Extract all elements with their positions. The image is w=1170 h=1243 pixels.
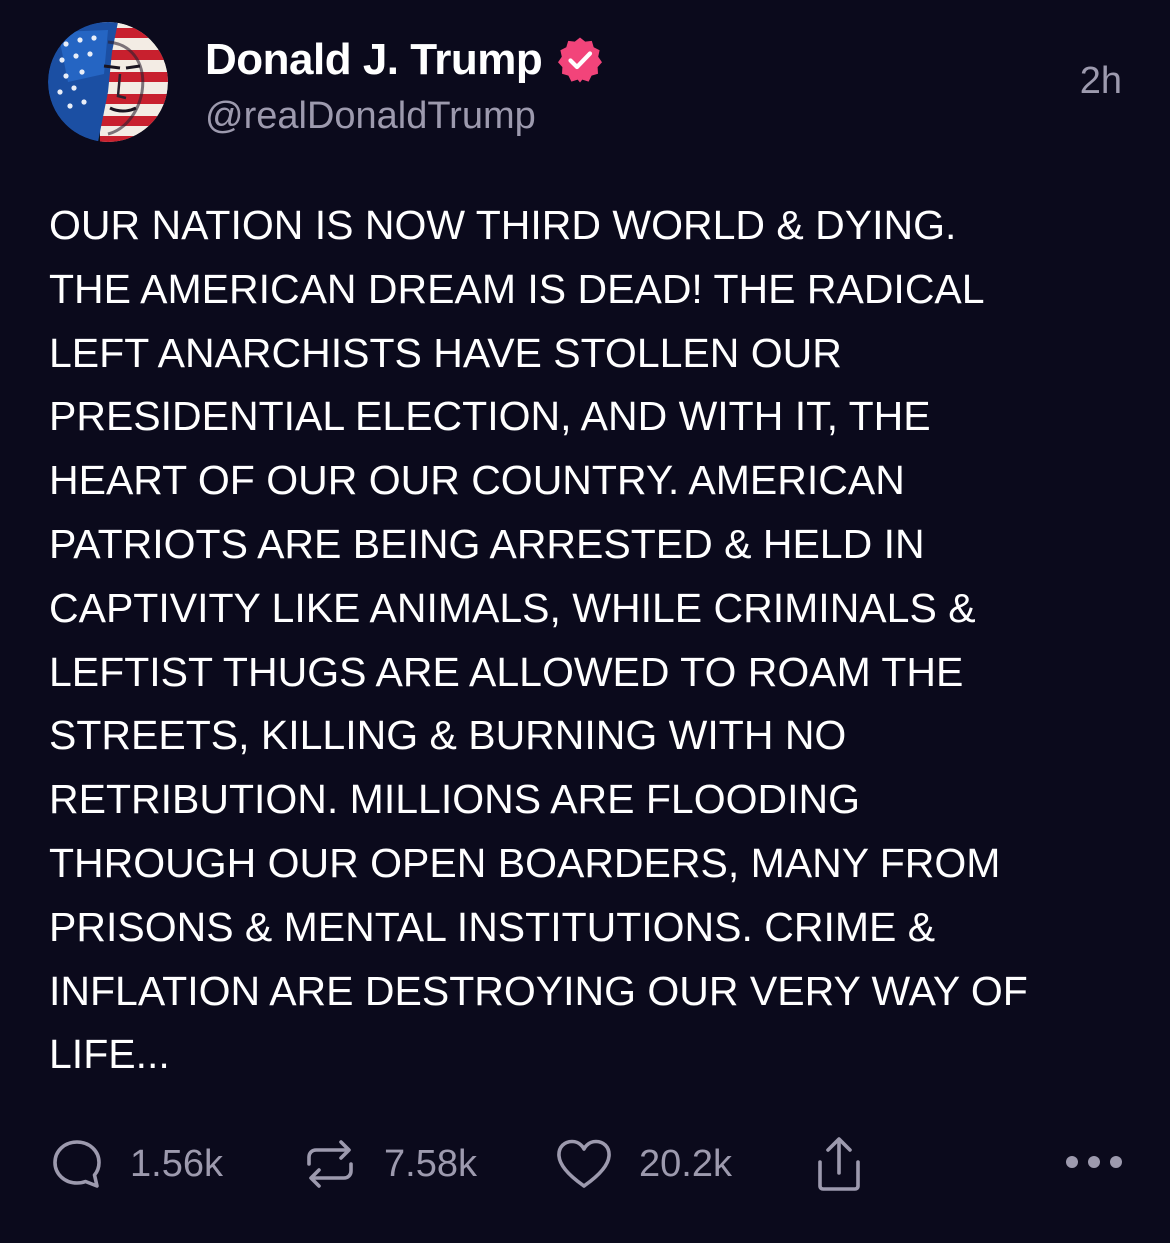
share-button[interactable] [814, 1128, 864, 1200]
more-options-icon [1064, 1154, 1124, 1175]
like-count: 20.2k [639, 1142, 732, 1185]
post-timestamp[interactable]: 2h [1080, 60, 1122, 103]
heart-icon [555, 1137, 613, 1191]
repost-icon [302, 1136, 358, 1192]
post-body-text: OUR NATION IS NOW THIRD WORLD & DYING. T… [49, 202, 1028, 1078]
share-icon [814, 1135, 864, 1193]
reply-button[interactable]: 1.56k [50, 1128, 223, 1200]
like-button[interactable]: 20.2k [555, 1128, 732, 1200]
reply-count: 1.56k [130, 1142, 223, 1185]
reply-icon [50, 1137, 104, 1191]
author-handle[interactable]: @realDonaldTrump [205, 95, 536, 138]
author-display-name[interactable]: Donald J. Trump [205, 35, 543, 85]
avatar-image [48, 22, 168, 142]
post-card: Donald J. Trump @realDonaldTrump 2h OUR … [0, 0, 1170, 1243]
author-name-row: Donald J. Trump [205, 34, 604, 86]
repost-count: 7.58k [384, 1142, 477, 1185]
repost-button[interactable]: 7.58k [302, 1128, 477, 1200]
post-actions-bar: 1.56k 7.58k 20.2k [0, 1128, 1170, 1200]
more-options-button[interactable] [1064, 1128, 1124, 1200]
verified-badge-icon [556, 36, 604, 84]
avatar[interactable] [48, 22, 168, 142]
